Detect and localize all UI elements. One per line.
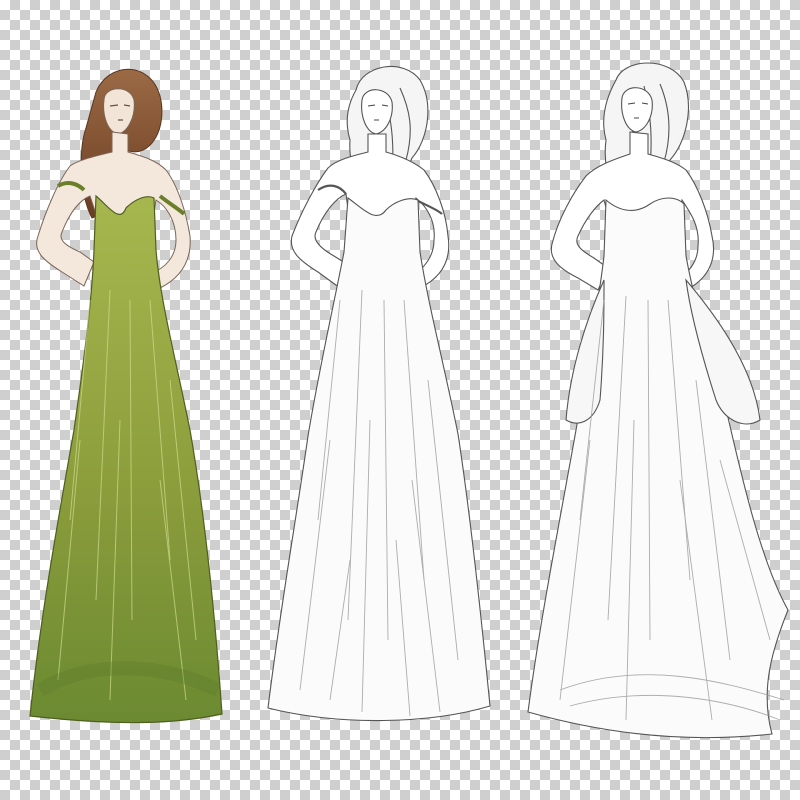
green-gown-figure	[29, 68, 223, 724]
white-gown-figure	[267, 65, 491, 722]
draped-gown-figure	[527, 62, 789, 739]
draped-dress	[527, 197, 789, 739]
illustration-canvas	[0, 0, 800, 800]
white-dress	[267, 196, 491, 722]
green-dress	[29, 194, 223, 724]
fashion-sketch-illustration	[29, 62, 789, 739]
